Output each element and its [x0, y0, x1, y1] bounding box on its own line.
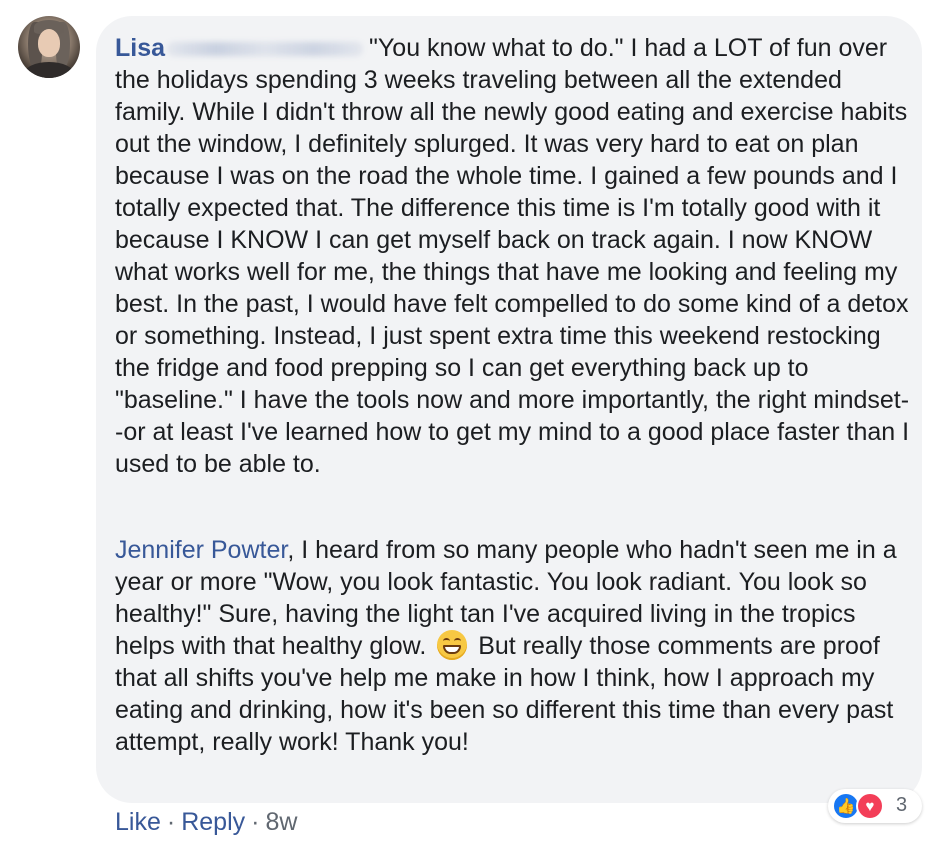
reaction-count: 3	[896, 794, 908, 816]
avatar-face	[38, 29, 60, 57]
avatar[interactable]	[18, 16, 80, 78]
separator: ·	[251, 808, 260, 836]
comment-body: Lisa "You know what to do." I had a LOT o…	[115, 32, 915, 480]
author-name[interactable]: Lisa	[115, 34, 165, 62]
separator: ·	[166, 808, 176, 836]
heart-icon: ♥	[856, 792, 884, 820]
mention-link[interactable]: Jennifer Powter	[115, 536, 287, 564]
reply-button[interactable]: Reply	[181, 808, 245, 836]
like-button[interactable]: Like	[115, 808, 161, 836]
grinning-emoji-icon	[437, 630, 468, 660]
reactions-summary[interactable]: 👍 ♥ 3	[828, 789, 922, 823]
author-name-redacted	[167, 42, 364, 57]
comment-paragraph-1: "You know what to do." I had a LOT of fu…	[115, 34, 917, 478]
comment-actions: Like · Reply · 8w	[115, 806, 297, 838]
comment-age[interactable]: 8w	[265, 808, 297, 836]
comment-paragraph-2-container: Jennifer Powter, I heard from so many pe…	[115, 534, 905, 758]
